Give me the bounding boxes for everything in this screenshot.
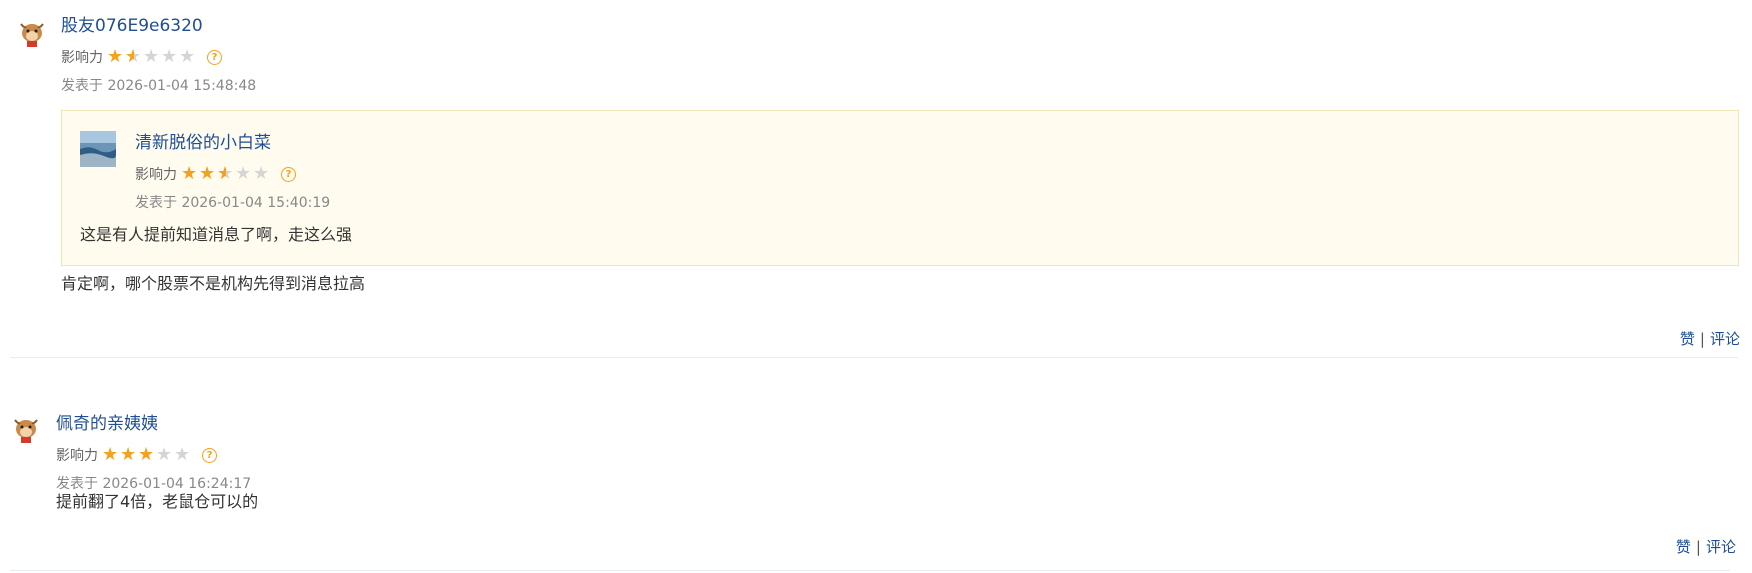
star-icon: ★	[138, 444, 155, 465]
star-icon: ★	[120, 444, 137, 465]
star-empty-icon: ★	[143, 46, 160, 67]
star-icon: ★	[102, 444, 119, 465]
star-empty-icon: ★	[174, 444, 191, 465]
question-circle-icon[interactable]: ?	[202, 447, 217, 463]
influence-stars: ★ ★ ★ ★ ★	[102, 446, 192, 464]
question-circle-icon[interactable]: ?	[281, 166, 296, 182]
star-icon: ★	[181, 163, 198, 184]
divider	[10, 570, 1730, 571]
comment-content: 肯定啊，哪个股票不是机构先得到消息拉高	[61, 274, 366, 293]
quote-post-time: 发表于 2026-01-04 15:40:19	[135, 195, 331, 211]
influence-label: 影响力	[135, 167, 177, 183]
post-time: 发表于 2026-01-04 16:24:17	[56, 476, 252, 492]
reply-button[interactable]: 评论	[1710, 330, 1740, 348]
username-link[interactable]: 佩奇的亲姨姨	[56, 412, 1742, 436]
divider	[10, 357, 1738, 358]
quote-avatar-icon[interactable]	[80, 131, 116, 167]
like-button[interactable]: 赞	[1680, 330, 1695, 348]
comment-item: 股友076E9e6320 影响力 ★ ★ ★ ★ ★ ? 发表于 2026-01…	[0, 0, 1752, 360]
question-circle-icon[interactable]: ?	[207, 49, 222, 65]
user-avatar-icon[interactable]	[16, 16, 48, 48]
comment-list: 股友076E9e6320 影响力 ★ ★ ★ ★ ★ ? 发表于 2026-01…	[0, 0, 1752, 573]
influence-stars: ★ ★ ★ ★ ★	[181, 163, 271, 184]
quote-username-link[interactable]: 清新脱俗的小白菜	[135, 131, 1728, 155]
action-separator: |	[1699, 330, 1705, 348]
star-half-icon: ★	[217, 165, 235, 184]
like-button[interactable]: 赞	[1676, 538, 1691, 556]
comment-content: 提前翻了4倍，老鼠仓可以的	[56, 492, 259, 511]
quoted-comment: 清新脱俗的小白菜 影响力 ★ ★ ★ ★ ★ ? 发表于 2026-01-04 …	[61, 110, 1739, 266]
quote-content: 这是有人提前知道消息了啊，走这么强	[80, 225, 353, 244]
star-half-icon: ★	[125, 48, 143, 67]
influence-stars: ★ ★ ★ ★ ★	[107, 46, 197, 67]
star-icon: ★	[199, 163, 216, 184]
comment-actions: 赞 | 评论	[1676, 536, 1736, 557]
action-separator: |	[1695, 538, 1701, 556]
star-empty-icon: ★	[253, 163, 270, 184]
quote-influence-row: 影响力 ★ ★ ★ ★ ★ ?	[135, 161, 1728, 187]
user-avatar-icon[interactable]	[10, 412, 42, 444]
username-link[interactable]: 股友076E9e6320	[61, 14, 1742, 38]
comment-actions: 赞 | 评论	[1680, 328, 1740, 349]
reply-button[interactable]: 评论	[1706, 538, 1736, 556]
star-empty-icon: ★	[179, 46, 196, 67]
star-icon: ★	[107, 46, 124, 67]
star-empty-icon: ★	[156, 444, 173, 465]
influence-label: 影响力	[56, 448, 98, 464]
influence-label: 影响力	[61, 50, 103, 66]
influence-row: 影响力 ★ ★ ★ ★ ★ ?	[61, 44, 1742, 70]
post-time: 发表于 2026-01-04 15:48:48	[61, 78, 257, 94]
comment-item: 佩奇的亲姨姨 影响力 ★ ★ ★ ★ ★ ? 发表于 2026-01-04 16…	[0, 396, 1752, 573]
star-empty-icon: ★	[161, 46, 178, 67]
star-empty-icon: ★	[235, 163, 252, 184]
influence-row: 影响力 ★ ★ ★ ★ ★ ?	[56, 442, 1742, 468]
